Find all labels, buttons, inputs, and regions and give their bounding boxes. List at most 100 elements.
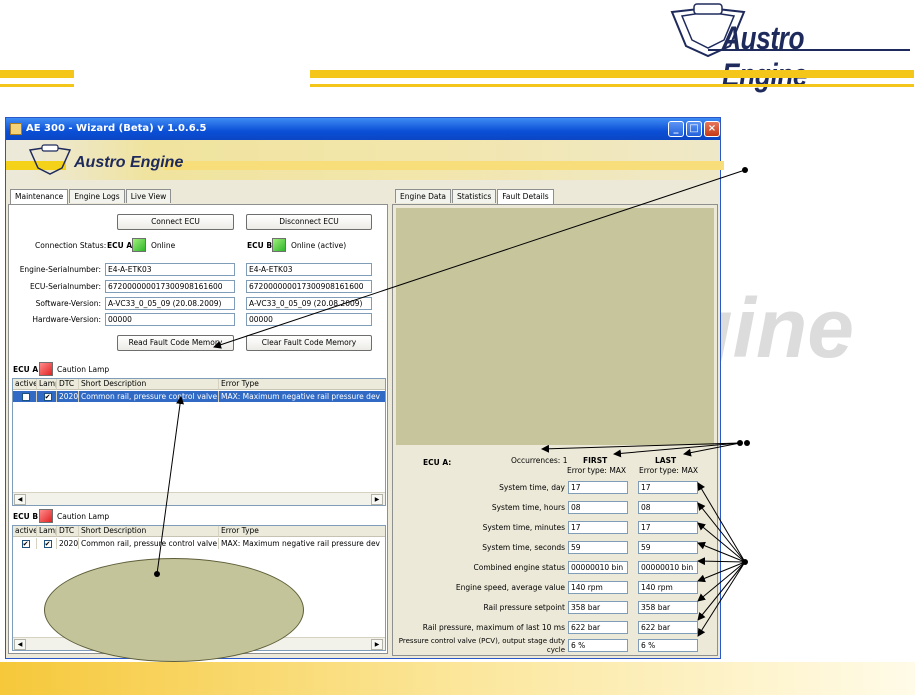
ecu-a-horizontal-scrollbar[interactable]: ◀ ▶ [13,492,385,505]
row-dtc: 2020 [59,391,79,402]
active-checkbox[interactable] [21,393,30,401]
close-button[interactable]: × [704,121,720,137]
header-bar-left-thin [0,84,74,87]
ecu-serial-label: ECU-Serialnumber: [29,282,101,291]
row-label-hours: System time, hours [491,503,565,512]
col-dtc[interactable]: DTC [57,526,79,537]
connection-status-label: Connection Status: [35,241,107,250]
last-seconds: 59 [638,541,698,554]
first-header: FIRST [583,456,608,465]
hardware-version-label: Hardware-Version: [32,315,101,324]
ecu-a-fault-list[interactable]: active Lamp DTC Short Description Error … [12,378,386,506]
clear-fault-code-button[interactable]: Clear Fault Code Memory [246,335,372,351]
connect-ecu-button[interactable]: Connect ECU [117,214,234,230]
scroll-right-icon[interactable]: ▶ [371,639,383,650]
brand-name: Austro Engine [722,20,807,93]
ecu-a-caution-lamp [39,362,53,376]
col-short-description[interactable]: Short Description [79,526,219,537]
last-error-type: Error type: MAX [639,466,699,475]
table-row[interactable]: ✔ 2020 Common rail, pressure control val… [13,391,385,402]
last-engine-speed: 140 rpm [638,581,698,594]
engine-serial-label: Engine-Serialnumber: [19,265,101,274]
last-rail-setpoint: 358 bar [638,601,698,614]
first-engine-status: 00000010 bin [568,561,628,574]
ecu-serial-b: 672000000017300908161600 [246,280,372,293]
ecu-a-status: Online [151,241,176,250]
ecu-a-label: ECU A [107,241,133,250]
header-bar-left [0,70,74,78]
slide: Austro Engine ngine AE 300 - Wizard (Bet… [0,0,915,695]
fault-chart-area [396,208,714,445]
table-row[interactable]: ✔ ✔ 2020 Common rail, pressure control v… [13,538,385,549]
row-error-type: MAX: Maximum negative rail pressure dev [219,538,385,549]
header-bar-right-thin [310,84,914,87]
last-day: 17 [638,481,698,494]
active-checkbox[interactable]: ✔ [21,540,30,548]
disconnect-ecu-button[interactable]: Disconnect ECU [246,214,372,230]
tab-maintenance[interactable]: Maintenance [10,189,69,204]
col-lamp[interactable]: Lamp [37,526,57,537]
row-description: Common rail, pressure control valve f... [81,391,219,402]
row-lamp-cell: ✔ [37,538,57,549]
row-label-pcv: Pressure control valve (PCV), output sta… [398,637,565,654]
last-header: LAST [655,456,677,465]
ecu-a-caution-lamp-label: Caution Lamp [57,365,110,374]
fault-details-panel: ECU A: Occurrences: 1 FIRST LAST Error t… [392,204,718,656]
ecu-b-label: ECU B [247,241,273,250]
ecu-b-caution-lamp [39,509,53,523]
ecu-b-list-label: ECU B [13,512,39,521]
read-fault-code-button[interactable]: Read Fault Code Memory [117,335,234,351]
row-active-cell: ✔ [13,538,37,549]
scroll-right-icon[interactable]: ▶ [371,494,383,505]
first-engine-speed: 140 rpm [568,581,628,594]
scroll-left-icon[interactable]: ◀ [14,494,26,505]
window-title: AE 300 - Wizard (Beta) v 1.0.6.5 [26,123,207,134]
row-label-engine-status: Combined engine status [473,563,566,572]
software-version-label: Software-Version: [35,299,101,308]
lamp-checkbox[interactable]: ✔ [43,393,52,401]
app-logo-strip: Austro Engine [6,140,724,180]
tab-engine-data[interactable]: Engine Data [395,189,451,203]
tab-statistics[interactable]: Statistics [452,189,497,203]
col-active[interactable]: active [13,379,37,390]
col-short-description[interactable]: Short Description [79,379,219,390]
title-bar[interactable]: AE 300 - Wizard (Beta) v 1.0.6.5 _ □ × [6,118,720,140]
ecu-a-list-label: ECU A [13,365,39,374]
last-hours: 08 [638,501,698,514]
software-version-b: A-VC33_0_05_09 (20.08.2009) [246,297,372,310]
ecu-a-list-header: active Lamp DTC Short Description Error … [13,379,385,390]
minimize-button[interactable]: _ [668,121,684,137]
ecu-b-caution-lamp-label: Caution Lamp [57,512,110,521]
last-engine-status: 00000010 bin [638,561,698,574]
maximize-button[interactable]: □ [686,121,702,137]
hardware-version-a: 00000 [105,313,235,326]
first-day: 17 [568,481,628,494]
col-error-type[interactable]: Error Type [219,379,385,390]
engine-serial-a: E4-A-ETK03 [105,263,235,276]
tab-fault-details[interactable]: Fault Details [497,189,554,204]
occurrences-label: Occurrences: 1 [511,456,568,465]
last-minutes: 17 [638,521,698,534]
tab-live-view[interactable]: Live View [125,189,172,203]
tab-engine-logs[interactable]: Engine Logs [69,189,125,203]
first-error-type: Error type: MAX [567,466,627,475]
ecu-a-status-indicator [132,238,146,252]
col-dtc[interactable]: DTC [57,379,79,390]
ecu-b-status: Online (active) [291,241,347,250]
lamp-checkbox[interactable]: ✔ [43,540,52,548]
row-label-engine-speed: Engine speed, average value [455,583,565,592]
row-label-rail-max: Rail pressure, maximum of last 10 ms [422,623,565,632]
ecu-b-list-header: active Lamp DTC Short Description Error … [13,526,385,537]
annotation-ellipse [44,558,304,662]
row-error-type: MAX: Maximum negative rail pressure dev [219,391,385,402]
ecu-b-status-indicator [272,238,286,252]
ecu-serial-a: 67200000001730090816​1600 [105,280,235,293]
col-active[interactable]: active [13,526,37,537]
app-logo-text: Austro Engine [74,154,184,171]
scroll-left-icon[interactable]: ◀ [14,639,26,650]
col-lamp[interactable]: Lamp [37,379,57,390]
first-rail-setpoint: 358 bar [568,601,628,614]
col-error-type[interactable]: Error Type [219,526,385,537]
hardware-version-b: 00000 [246,313,372,326]
software-version-a: A-VC33_0_05_09 (20.08.2009) [105,297,235,310]
